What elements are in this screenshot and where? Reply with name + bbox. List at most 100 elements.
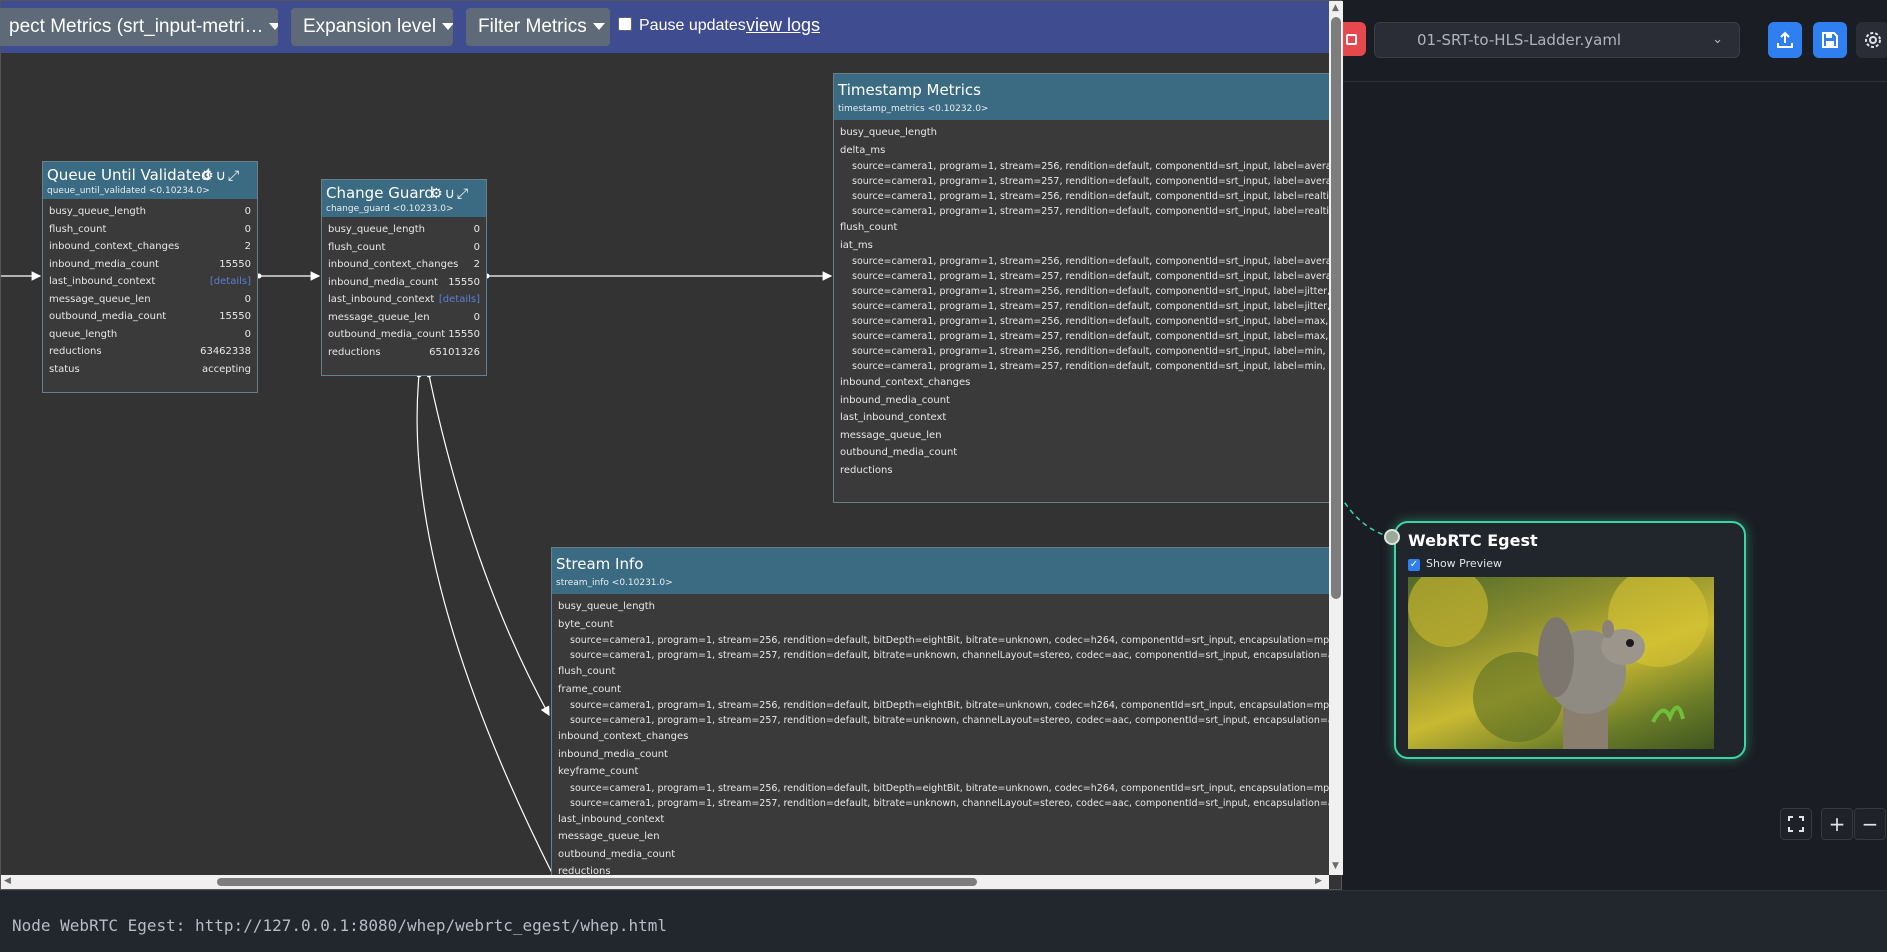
node-input-handle[interactable] xyxy=(1384,529,1400,545)
metric-value: 0 xyxy=(244,293,251,305)
metric-name: inbound_media_count xyxy=(558,748,668,760)
scroll-right-icon[interactable]: ▶ xyxy=(1315,876,1322,886)
metric-row: inbound_media_count 15550 xyxy=(328,274,480,292)
collapse-icon[interactable]: ⤢ xyxy=(457,186,470,202)
vertical-scrollbar[interactable]: ▲ ▼ xyxy=(1329,1,1343,875)
metric-label-set: source=camera1, program=1, stream=256, r… xyxy=(852,346,1329,357)
metric-name: message_queue_len xyxy=(840,429,942,441)
zoom-in-button[interactable]: + xyxy=(1821,808,1853,840)
show-preview-checkbox[interactable]: ✓ xyxy=(1408,559,1420,571)
metric-value: 0 xyxy=(473,311,480,323)
scroll-left-icon[interactable]: ◀ xyxy=(4,876,11,886)
metric-name: message_queue_len xyxy=(328,311,430,323)
details-link[interactable]: [details] xyxy=(439,291,480,309)
metric-value: 15550 xyxy=(219,311,251,322)
node-title: Stream Info xyxy=(556,555,644,573)
metric-row: busy_queue_length 0 xyxy=(49,203,251,221)
metric-name: keyframe_count xyxy=(558,766,639,777)
node-pid: change_guard <0.10233.0> xyxy=(326,204,454,214)
metric-value: 2 xyxy=(244,241,251,252)
stethoscope-icon[interactable]: ∪ xyxy=(445,186,457,202)
change-guard-node[interactable]: Change Guard change_guard <0.10233.0> ⚙∪… xyxy=(321,179,487,376)
metric-name: message_queue_len xyxy=(558,831,660,842)
squirrel-image xyxy=(1408,577,1708,749)
metric-value: accepting xyxy=(201,363,251,375)
metric-label-set: source=camera1, program=1, stream=256, r… xyxy=(852,256,1329,267)
metric-value: 2 xyxy=(473,259,480,270)
metric-label-set: source=camera1, program=1, stream=257, r… xyxy=(852,301,1329,312)
timestamp-metrics-node[interactable]: Timestamp Metrics timestamp_metrics <0.1… xyxy=(833,73,1329,503)
metric-name: last_inbound_context xyxy=(328,294,435,305)
metric-row: last_inbound_context [details] xyxy=(328,291,480,309)
queue-until-validated-node[interactable]: Queue Until Validated queue_until_valida… xyxy=(42,161,258,393)
caret-down-icon xyxy=(442,23,453,31)
metric-name: inbound_media_count xyxy=(840,394,950,406)
stream-info-node[interactable]: Stream Info stream_info <0.10231.0> busy… xyxy=(551,547,1329,875)
pause-updates-label: Pause updates xyxy=(639,17,746,34)
metrics-graph-canvas[interactable]: Queue Until Validated queue_until_valida… xyxy=(1,53,1329,875)
metric-value: 15550 xyxy=(448,329,480,340)
expansion-level-label: Expansion level xyxy=(303,16,437,37)
video-preview xyxy=(1408,577,1714,749)
scroll-down-icon[interactable]: ▼ xyxy=(1332,861,1339,871)
metric-name: outbound_media_count xyxy=(49,311,167,322)
zoom-out-button[interactable]: − xyxy=(1854,808,1886,840)
metric-name: reductions xyxy=(558,866,611,875)
metric-row: flush_count 0 xyxy=(328,239,480,257)
fit-view-button[interactable] xyxy=(1780,808,1812,840)
metrics-target-dropdown[interactable]: pect Metrics (srt_input-metri… xyxy=(0,8,278,46)
metric-name: reductions xyxy=(840,464,893,476)
caret-down-icon xyxy=(269,23,278,31)
node-header: Stream Info stream_info <0.10231.0> xyxy=(552,548,1329,594)
metric-value: 15550 xyxy=(448,276,480,288)
pause-updates-checkbox[interactable] xyxy=(618,17,632,31)
webrtc-egest-node[interactable]: WebRTC Egest ✓ Show Preview xyxy=(1384,521,1746,759)
filter-metrics-label: Filter Metrics xyxy=(478,16,587,37)
expansion-level-dropdown[interactable]: Expansion level xyxy=(291,8,453,46)
metric-name: reductions xyxy=(328,346,381,358)
gear-icon[interactable]: ⚙ xyxy=(201,168,216,184)
collapse-icon[interactable]: ⤢ xyxy=(228,168,241,184)
metric-name: busy_queue_length xyxy=(328,224,426,235)
metric-row: reductions 65101326 xyxy=(328,344,480,362)
metric-name: flush_count xyxy=(49,223,107,235)
metric-label-set: source=camera1, program=1, stream=257, r… xyxy=(570,715,1329,726)
metric-name: frame_count xyxy=(558,683,621,695)
metric-label-set: source=camera1, program=1, stream=256, r… xyxy=(570,635,1329,646)
metric-row: flush_count 0 xyxy=(49,221,251,239)
metric-value: 0 xyxy=(473,224,480,235)
filter-metrics-dropdown[interactable]: Filter Metrics xyxy=(466,8,610,46)
horizontal-scrollbar[interactable]: ◀ ▶ xyxy=(1,875,1329,889)
metric-label-set: source=camera1, program=1, stream=256, r… xyxy=(570,782,1329,794)
stethoscope-icon[interactable]: ∪ xyxy=(216,168,228,184)
metrics-target-label: pect Metrics (srt_input-metri… xyxy=(9,16,264,37)
desktop-root: 01-SRT-to-HLS-Ladder.yaml ⌄ + − WebRTC E… xyxy=(0,0,1887,952)
metric-value: 0 xyxy=(244,223,251,235)
status-text: Node WebRTC Egest: http://127.0.0.1:8080… xyxy=(12,916,668,935)
vertical-scroll-thumb[interactable] xyxy=(1331,17,1341,599)
metric-value: 0 xyxy=(473,241,480,253)
metric-name: last_inbound_context xyxy=(558,813,665,825)
status-bar: Node WebRTC Egest: http://127.0.0.1:8080… xyxy=(0,890,1887,952)
inspect-metrics-window: pect Metrics (srt_input-metri… Expansion… xyxy=(0,0,1343,890)
metric-label-set: source=camera1, program=1, stream=256, r… xyxy=(570,700,1329,711)
metric-name: busy_queue_length xyxy=(558,601,656,612)
metric-name: busy_queue_length xyxy=(49,206,147,217)
gear-icon[interactable]: ⚙ xyxy=(430,186,445,202)
node-header: Queue Until Validated queue_until_valida… xyxy=(43,162,257,199)
metric-row: inbound_context_changes 2 xyxy=(49,238,251,256)
zoom-in-icon: + xyxy=(1828,812,1846,836)
horizontal-scroll-thumb[interactable] xyxy=(217,878,977,886)
metric-row: inbound_context_changes 2 xyxy=(328,256,480,274)
scroll-up-icon[interactable]: ▲ xyxy=(1332,3,1339,13)
metric-row: inbound_media_count 15550 xyxy=(49,256,251,274)
inspect-toolbar: pect Metrics (srt_input-metri… Expansion… xyxy=(0,1,1329,53)
view-logs-link[interactable]: view logs xyxy=(746,15,820,36)
metric-label-set: source=camera1, program=1, stream=257, r… xyxy=(852,331,1329,342)
metric-name: flush_count xyxy=(328,241,386,253)
metric-name: reductions xyxy=(49,346,102,357)
metric-name: byte_count xyxy=(558,618,614,630)
metric-name: delta_ms xyxy=(840,144,886,156)
caret-down-icon xyxy=(592,23,605,31)
details-link[interactable]: [details] xyxy=(210,273,251,291)
